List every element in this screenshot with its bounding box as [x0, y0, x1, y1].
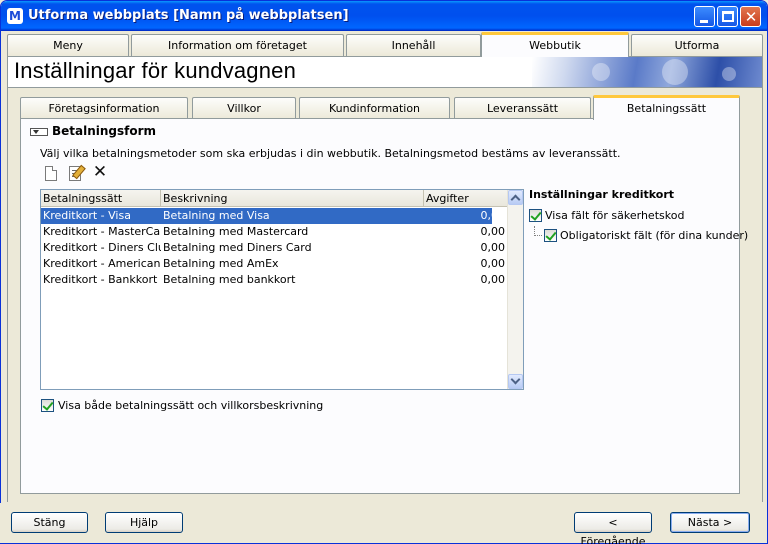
mandatory-field-checkbox[interactable] — [544, 229, 557, 242]
window-title: Utforma webbplats [Namn på webbplatsen] — [28, 8, 349, 23]
cell-description: Betalning med AmEx — [163, 257, 279, 270]
banner-decoration — [532, 57, 762, 87]
column-header-betalningssatt[interactable]: Betalningssätt — [41, 190, 161, 207]
tab-betalningssatt[interactable]: Betalningssätt — [593, 95, 740, 120]
collapse-section-icon[interactable] — [30, 128, 48, 136]
cell-fee: 0,00 — [480, 225, 506, 238]
delete-icon[interactable]: ✕ — [92, 164, 108, 181]
cell-fee: 0,00 — [480, 257, 506, 270]
cell-description: Betalning med Mastercard — [163, 225, 309, 238]
tab-leveranssatt[interactable]: Leveranssätt — [454, 97, 591, 119]
cell-method: Kreditkort - Bankkort — [43, 273, 158, 286]
chevron-down-icon — [510, 374, 521, 385]
payment-methods-table[interactable]: Betalningssätt Beskrivning Avgifter Kred… — [40, 189, 524, 390]
mandatory-field-label[interactable]: Obligatoriskt fält (för dina kunder) — [560, 229, 748, 242]
scroll-up-button[interactable] — [508, 190, 523, 205]
tab-innehall[interactable]: Innehåll — [346, 34, 481, 56]
security-code-checkbox[interactable] — [529, 209, 542, 222]
show-both-label[interactable]: Visa både betalningssätt och villkorsbes… — [58, 399, 323, 412]
header-banner: Inställningar för kundvagnen — [7, 56, 763, 88]
section-description: Välj vilka betalningsmetoder som ska erb… — [40, 147, 621, 160]
table-row[interactable]: Kreditkort - MasterCard Betalning med Ma… — [41, 224, 505, 240]
security-code-label[interactable]: Visa fält för säkerhetskod — [545, 209, 684, 222]
help-button[interactable]: Hjälp — [105, 512, 183, 533]
show-both-checkbox[interactable] — [41, 399, 54, 412]
top-tab-bar: Meny Information om företaget Innehåll W… — [7, 32, 763, 57]
tab-information-om-foretaget[interactable]: Information om företaget — [131, 34, 344, 56]
close-window-button[interactable]: ✕ — [740, 6, 761, 27]
minimize-button[interactable] — [694, 6, 715, 27]
vertical-scrollbar[interactable] — [507, 190, 523, 389]
app-icon: M — [7, 8, 23, 24]
new-document-icon[interactable] — [45, 166, 57, 181]
cell-method: Kreditkort - Diners Club — [43, 241, 161, 254]
tab-kundinformation[interactable]: Kundinformation — [299, 97, 450, 119]
cell-method: Kreditkort - MasterCard — [43, 225, 161, 238]
table-row[interactable]: Kreditkort - American Express Betalning … — [41, 256, 505, 272]
tab-meny[interactable]: Meny — [7, 34, 129, 56]
scroll-down-button[interactable] — [508, 374, 523, 389]
cell-description: Betalning med bankkort — [163, 273, 296, 286]
previous-button[interactable]: < Föregående — [574, 512, 652, 544]
close-icon: ✕ — [744, 8, 758, 26]
minimize-icon — [700, 20, 708, 23]
sub-tab-bar: Företagsinformation Villkor Kundinformat… — [20, 95, 742, 120]
next-button[interactable]: Nästa > — [670, 512, 750, 533]
table-header: Betalningssätt Beskrivning Avgifter — [41, 190, 509, 207]
table-row[interactable]: Kreditkort - Bankkort Betalning med bank… — [41, 272, 505, 288]
cell-fee: 0,00 — [480, 241, 506, 254]
cell-fee: 0,00 — [480, 209, 506, 222]
table-row[interactable]: Kreditkort - Diners Club Betalning med D… — [41, 240, 505, 256]
tab-webbutik[interactable]: Webbutik — [481, 32, 629, 57]
close-button[interactable]: Stäng — [11, 512, 88, 533]
title-bar[interactable]: M Utforma webbplats [Namn på webbplatsen… — [1, 1, 767, 31]
maximize-icon — [722, 11, 734, 22]
cell-description: Betalning med Visa — [163, 209, 270, 222]
table-row[interactable]: Kreditkort - Visa Betalning med Visa 0,0… — [41, 208, 505, 224]
tab-foretagsinformation[interactable]: Företagsinformation — [20, 97, 188, 119]
cell-description: Betalning med Diners Card — [163, 241, 312, 254]
tab-utforma[interactable]: Utforma — [631, 34, 763, 56]
tab-villkor[interactable]: Villkor — [192, 97, 296, 119]
cell-method: Kreditkort - Visa — [43, 209, 131, 222]
cell-method: Kreditkort - American Express — [43, 257, 161, 270]
tree-connector — [534, 226, 542, 236]
chevron-up-icon — [510, 194, 521, 205]
section-title: Betalningsform — [52, 124, 157, 138]
page-title: Inställningar för kundvagnen — [14, 58, 297, 83]
column-header-beskrivning[interactable]: Beskrivning — [161, 190, 424, 207]
column-header-avgifter[interactable]: Avgifter — [424, 190, 508, 207]
maximize-button[interactable] — [717, 6, 738, 27]
edit-icon[interactable] — [69, 166, 81, 181]
credit-card-settings-title: Inställningar kreditkort — [529, 188, 675, 201]
cell-fee: 0,00 — [480, 273, 506, 286]
